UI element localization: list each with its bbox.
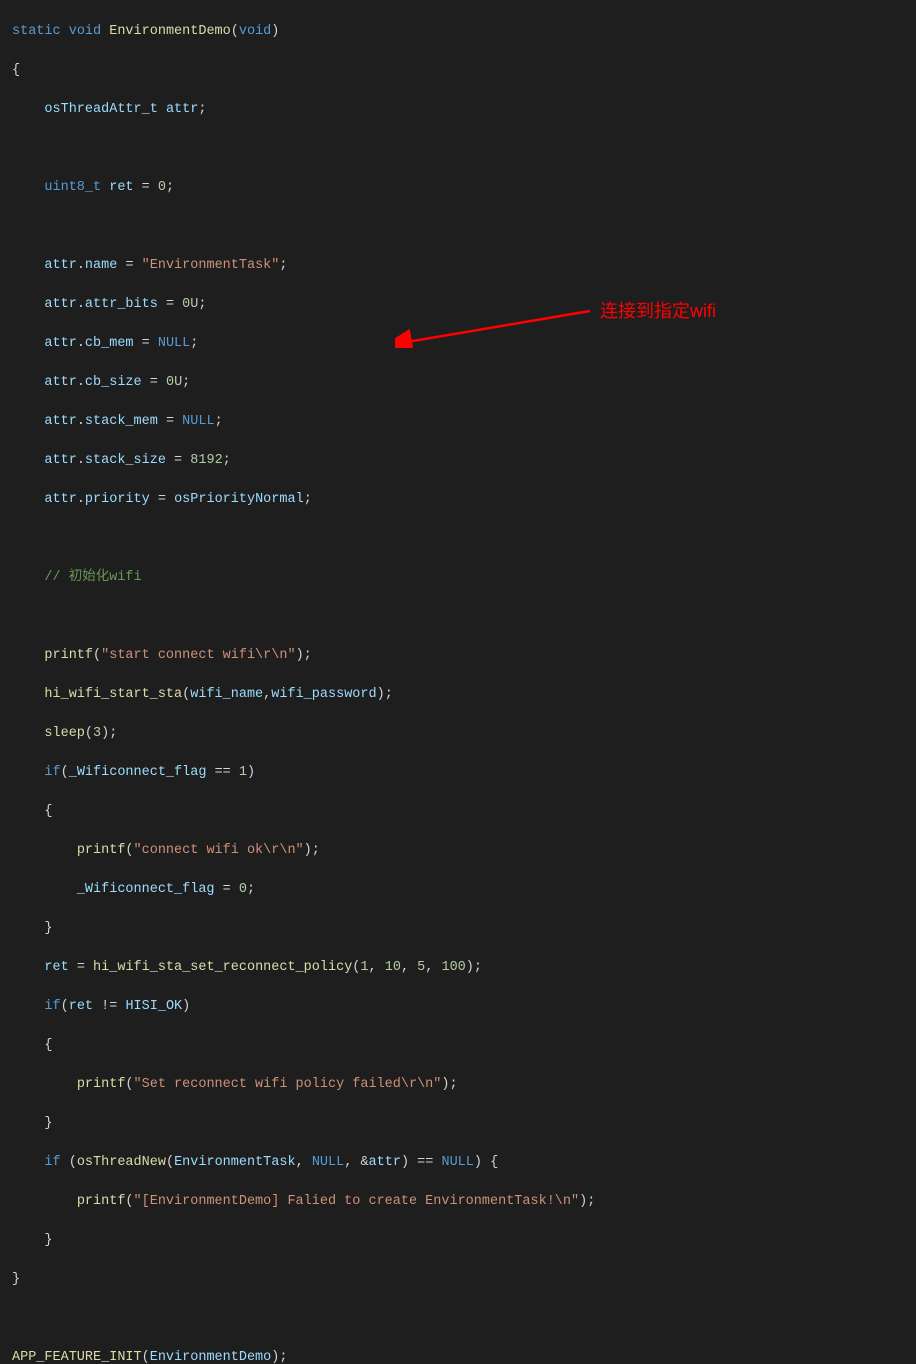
code-line: attr.stack_mem = NULL; [12,412,916,432]
code-line: { [12,61,916,81]
code-line: if (osThreadNew(EnvironmentTask, NULL, &… [12,1153,916,1173]
code-line [12,529,916,549]
code-line [12,217,916,237]
code-line: printf("Set reconnect wifi policy failed… [12,1075,916,1095]
code-line: } [12,1231,916,1251]
code-line: attr.stack_size = 8192; [12,451,916,471]
code-line: printf("start connect wifi\r\n"); [12,646,916,666]
code-line: printf("[EnvironmentDemo] Falied to crea… [12,1192,916,1212]
code-line: // 初始化wifi [12,568,916,588]
code-line [12,607,916,627]
code-line: attr.priority = osPriorityNormal; [12,490,916,510]
code-line: APP_FEATURE_INIT(EnvironmentDemo); [12,1348,916,1364]
code-line: } [12,919,916,939]
code-line: } [12,1270,916,1290]
code-line: sleep(3); [12,724,916,744]
code-line: uint8_t ret = 0; [12,178,916,198]
code-line: osThreadAttr_t attr; [12,100,916,120]
code-line: { [12,1036,916,1056]
code-line: { [12,802,916,822]
code-line: if(_Wificonnect_flag == 1) [12,763,916,783]
code-line: if(ret != HISI_OK) [12,997,916,1017]
code-line: hi_wifi_start_sta(wifi_name,wifi_passwor… [12,685,916,705]
code-line [12,139,916,159]
code-line: attr.name = "EnvironmentTask"; [12,256,916,276]
code-line: static void EnvironmentDemo(void) [12,22,916,42]
code-line: attr.cb_mem = NULL; [12,334,916,354]
code-editor[interactable]: static void EnvironmentDemo(void) { osTh… [0,0,916,1364]
code-line [12,1309,916,1329]
code-line: attr.cb_size = 0U; [12,373,916,393]
code-line: printf("connect wifi ok\r\n"); [12,841,916,861]
code-line: } [12,1114,916,1134]
code-line: ret = hi_wifi_sta_set_reconnect_policy(1… [12,958,916,978]
code-line: _Wificonnect_flag = 0; [12,880,916,900]
code-line: attr.attr_bits = 0U; [12,295,916,315]
